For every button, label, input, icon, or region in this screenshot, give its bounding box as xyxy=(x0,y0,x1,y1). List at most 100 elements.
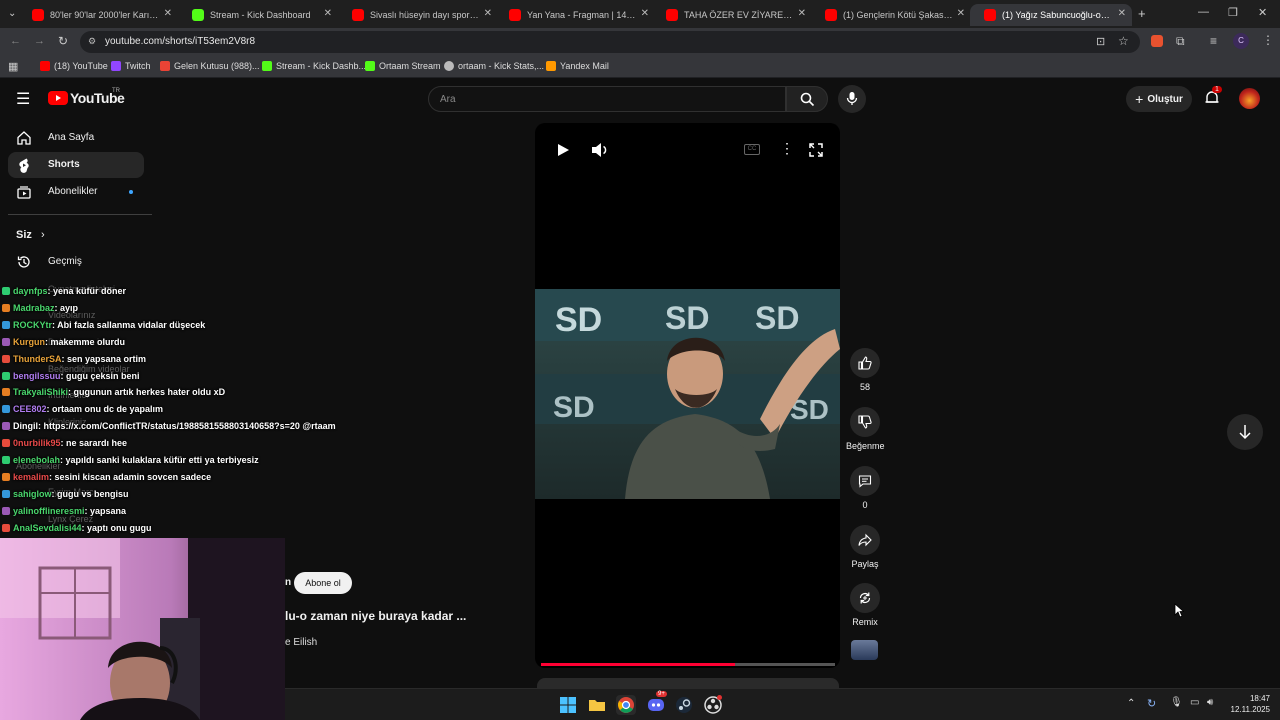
clock[interactable]: 18:47 12.11.2025 xyxy=(1230,693,1270,715)
profile-avatar[interactable]: C xyxy=(1233,33,1249,49)
like-button[interactable]: 58 xyxy=(846,348,884,392)
steam-icon[interactable] xyxy=(674,695,694,715)
obs-icon[interactable] xyxy=(703,695,723,715)
shorts-player[interactable]: CC ⋮ SD SD SD SD SD xyxy=(535,123,840,668)
chevron-up-icon[interactable]: ⌃ xyxy=(1127,698,1135,709)
bookmark-star-icon[interactable]: ☆ xyxy=(1118,34,1129,48)
browser-tab[interactable]: TAHA ÖZER EV ZİYARETİ - YouT ✕ xyxy=(652,4,812,26)
close-icon[interactable]: ✕ xyxy=(164,8,172,19)
bookmark[interactable]: (18) YouTube xyxy=(40,61,108,71)
display-icon[interactable]: ▭ xyxy=(1190,697,1199,708)
create-button[interactable]: + Oluştur xyxy=(1126,86,1192,112)
hamburger-menu-icon[interactable]: ☰ xyxy=(16,89,30,109)
search-button[interactable] xyxy=(786,86,828,112)
new-tab-button[interactable]: + xyxy=(1138,6,1146,21)
youtube-logo-icon[interactable] xyxy=(48,91,68,105)
sidebar-item-label: Shorts xyxy=(48,159,80,170)
sidebar-item-subscriptions[interactable]: Abonelikler xyxy=(8,179,144,205)
subscribe-button[interactable]: Abone ol xyxy=(294,572,352,594)
close-icon[interactable]: ✕ xyxy=(1118,8,1126,19)
search-input[interactable]: Ara xyxy=(428,86,786,112)
tab-search-icon[interactable]: ⌄ xyxy=(8,8,16,19)
sound-thumbnail[interactable] xyxy=(851,640,878,660)
like-count: 58 xyxy=(859,382,870,392)
tab-title: Sivaslı hüseyin dayı spor yapıyo xyxy=(370,10,480,20)
browser-tab[interactable]: Stream - Kick Dashboard ✕ xyxy=(178,4,338,26)
windows-start-icon[interactable] xyxy=(558,695,578,715)
extension-icon[interactable] xyxy=(1151,35,1163,47)
comments-button[interactable]: 0 xyxy=(846,466,884,510)
play-icon[interactable] xyxy=(556,143,570,157)
close-icon[interactable]: ✕ xyxy=(957,8,965,19)
avatar[interactable] xyxy=(1239,88,1260,109)
share-button[interactable]: Paylaş xyxy=(846,525,884,569)
chat-message: ROCKYtr: Abi fazla sallanma vidalar düşe… xyxy=(2,320,205,334)
sidebar-item-history[interactable]: Geçmiş xyxy=(8,249,144,275)
media-icon[interactable]: ≡ xyxy=(1210,34,1217,48)
chat-message: Madrabaz: ayıp xyxy=(2,303,78,317)
sidebar-item-home[interactable]: Ana Sayfa xyxy=(8,125,144,151)
close-icon[interactable]: ✕ xyxy=(324,8,332,19)
browser-tab[interactable]: Sivaslı hüseyin dayı spor yapıyo ✕ xyxy=(338,4,498,26)
chat-text: : yapıldı sanki kulaklara küfür etti ya … xyxy=(60,455,259,465)
browser-tab-active[interactable]: (1) Yağız Sabuncuoğlu-o zaman ✕ xyxy=(970,4,1132,26)
minimize-button[interactable]: — xyxy=(1198,6,1209,18)
chat-username: 0nurbilik95 xyxy=(13,438,61,449)
channel-name[interactable]: n xyxy=(285,577,291,588)
browser-tab[interactable]: (1) Gençlerin Kötü Şakası Cinay ✕ xyxy=(811,4,971,26)
next-short-button[interactable] xyxy=(1227,414,1263,450)
video-frame[interactable]: SD SD SD SD SD xyxy=(535,289,840,499)
bookmark[interactable]: Ortaam Stream xyxy=(365,61,441,71)
more-options-icon[interactable]: ⋮ xyxy=(780,140,794,157)
chat-text: : yaptı onu gugu xyxy=(81,522,152,533)
site-info-icon[interactable]: ⚙ xyxy=(88,36,96,47)
bookmark[interactable]: Stream - Kick Dashb... xyxy=(262,61,366,71)
discord-icon[interactable]: 9+ xyxy=(646,691,667,715)
sync-icon[interactable]: ↻ xyxy=(1147,697,1156,710)
volume-icon[interactable] xyxy=(591,142,609,158)
extensions-puzzle-icon[interactable]: ⧉ xyxy=(1176,34,1185,49)
chrome-icon[interactable] xyxy=(616,695,636,715)
close-icon[interactable]: ✕ xyxy=(484,8,492,19)
captions-icon[interactable]: CC xyxy=(744,144,760,155)
next-short-preview[interactable] xyxy=(537,678,839,688)
notifications-button[interactable]: 1 xyxy=(1203,86,1222,107)
chat-text: : yena küfür döner xyxy=(47,286,127,296)
menu-kebab-icon[interactable]: ⋮ xyxy=(1262,33,1274,47)
sidebar-you-heading[interactable]: Siz › xyxy=(16,229,45,241)
forward-icon[interactable]: → xyxy=(34,35,45,47)
browser-tab[interactable]: Yan Yana - Fragman | 14 Kasım ✕ xyxy=(495,4,655,26)
bookmark[interactable]: Twitch xyxy=(111,61,151,71)
close-icon[interactable]: ✕ xyxy=(641,8,649,19)
maximize-button[interactable]: ❐ xyxy=(1228,6,1238,19)
speaker-icon[interactable]: 🔊︎ xyxy=(1207,697,1213,708)
bookmark[interactable]: ortaam - Kick Stats,... xyxy=(444,61,544,71)
back-icon[interactable]: ← xyxy=(10,35,21,47)
fullscreen-icon[interactable] xyxy=(809,143,823,157)
subscriptions-icon xyxy=(17,186,31,199)
chat-message: TrakyaliShiki: gugunun artık herkes hate… xyxy=(2,387,225,401)
remix-button[interactable]: Remix xyxy=(846,583,884,627)
short-title[interactable]: lu-o zaman niye buraya kadar ... xyxy=(285,609,466,623)
close-icon[interactable]: ✕ xyxy=(798,8,806,19)
microphone-tray-icon[interactable]: 🎙︎ xyxy=(1170,697,1183,708)
chat-badge-icon xyxy=(2,489,10,498)
sidebar-item-shorts[interactable]: Shorts xyxy=(8,152,144,178)
music-label[interactable]: e Eilish xyxy=(285,637,317,648)
bookmark[interactable]: Yandex Mail xyxy=(546,61,609,71)
svg-text:SD: SD xyxy=(755,300,799,336)
dislike-button[interactable]: Beğenme xyxy=(846,407,885,451)
address-bar[interactable]: ⚙ youtube.com/shorts/iT53em2V8r8 ⊡ ☆ xyxy=(80,31,1140,53)
chat-text: : ortaam onu dc de yapalım xyxy=(46,404,164,415)
apps-grid-icon[interactable]: ▦ xyxy=(8,60,18,73)
window-close-button[interactable]: ✕ xyxy=(1258,6,1267,19)
install-app-icon[interactable]: ⊡ xyxy=(1096,35,1105,48)
bookmark[interactable]: Gelen Kutusu (988)... xyxy=(160,61,260,71)
video-progress-bar[interactable] xyxy=(541,663,835,666)
voice-search-button[interactable] xyxy=(838,85,866,113)
webcam-overlay xyxy=(0,538,285,720)
reload-icon[interactable]: ↻ xyxy=(58,34,68,48)
browser-tab[interactable]: 80'ler 90'lar 2000'ler Karışık Tü ✕ xyxy=(18,4,178,26)
file-explorer-icon[interactable] xyxy=(587,695,607,715)
chat-badge-icon xyxy=(2,472,10,481)
